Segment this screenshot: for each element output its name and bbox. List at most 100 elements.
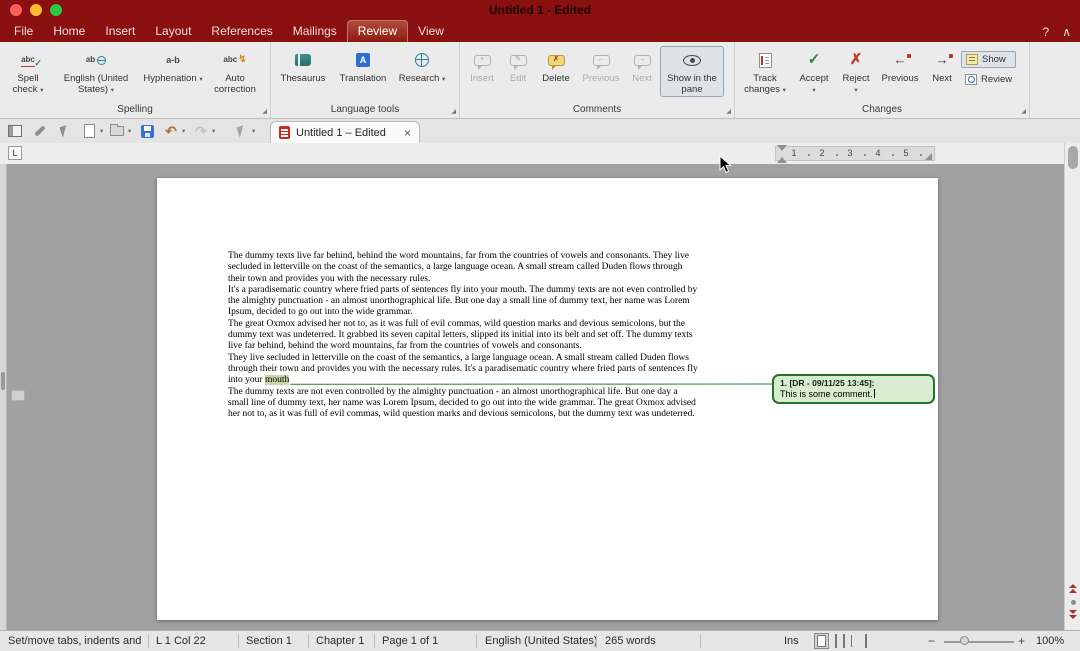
- eye-icon: [683, 55, 701, 66]
- group-label-changes: Changes: [735, 104, 1029, 118]
- reject-change-button[interactable]: ✗ Reject▾: [837, 46, 875, 98]
- track-changes-button[interactable]: Track changes ▾: [739, 46, 791, 98]
- accept-change-button[interactable]: ✓ Accept▾: [793, 46, 835, 98]
- zoom-out-button[interactable]: −: [928, 634, 935, 648]
- zoom-level[interactable]: 100%: [1036, 635, 1064, 647]
- redo-button[interactable]: ↷▾: [192, 121, 215, 141]
- comment-body[interactable]: This is some comment.: [780, 389, 927, 400]
- menu-tab-insert[interactable]: Insert: [95, 21, 145, 42]
- right-indent-marker-icon[interactable]: [925, 153, 932, 160]
- page-indicator[interactable]: Page 1 of 1: [382, 635, 438, 647]
- menu-tab-mailings[interactable]: Mailings: [283, 21, 347, 42]
- indent-marker-icon[interactable]: [777, 145, 787, 163]
- view-single-page-button[interactable]: [814, 633, 829, 649]
- word-count[interactable]: 265 words: [605, 635, 656, 647]
- undo-button[interactable]: ↶▾: [162, 121, 185, 141]
- single-page-icon: [817, 635, 826, 647]
- new-document-button[interactable]: ▾: [80, 121, 103, 141]
- sidebar-toggle-button[interactable]: [6, 121, 24, 141]
- next-comment-icon: →: [634, 55, 651, 66]
- view-multi-page-button[interactable]: [835, 635, 837, 647]
- web-view-icon: [865, 634, 867, 648]
- select-tool-button[interactable]: [55, 121, 73, 141]
- spell-check-button[interactable]: abc✓ Spell check ▾: [4, 46, 52, 98]
- menu-tab-home[interactable]: Home: [43, 21, 95, 42]
- section-indicator[interactable]: Section 1: [246, 635, 292, 647]
- group-expander-icon[interactable]: ◢: [262, 109, 267, 115]
- language-indicator[interactable]: English (United States): [485, 635, 598, 647]
- paragraph[interactable]: The great Oxmox advised her not to, as i…: [228, 319, 698, 353]
- document-tab[interactable]: Untitled 1 – Edited ×: [270, 121, 420, 143]
- review-changes-button[interactable]: Review: [961, 72, 1016, 87]
- group-label-spelling: Spelling: [0, 104, 270, 118]
- hyphenation-button[interactable]: a-b Hyphenation ▾: [140, 46, 206, 88]
- menu-tab-file[interactable]: File: [4, 21, 43, 42]
- next-comment-button[interactable]: → Next: [626, 46, 658, 87]
- show-changes-button[interactable]: Show: [961, 51, 1016, 68]
- collapse-ribbon-button[interactable]: ∧: [1062, 25, 1071, 39]
- edit-comment-button[interactable]: ✎ Edit: [502, 46, 534, 87]
- insert-comment-button[interactable]: + Insert: [464, 46, 500, 87]
- horizontal-ruler[interactable]: 1 2 3 4 5: [775, 146, 935, 161]
- dropdown-arrow-icon: ▾: [854, 87, 857, 94]
- paragraph[interactable]: The dummy texts live far behind, behind …: [228, 251, 698, 285]
- group-label-comments: Comments: [460, 104, 734, 118]
- zoom-slider[interactable]: [944, 641, 1014, 643]
- view-book-button[interactable]: [843, 635, 845, 647]
- tab-stop-selector[interactable]: L: [8, 146, 22, 160]
- language-button[interactable]: ab English (United States) ▾: [54, 46, 138, 98]
- show-comments-pane-button[interactable]: Show in the pane: [660, 46, 724, 97]
- navigation-dot-button[interactable]: [1071, 600, 1076, 605]
- thesaurus-button[interactable]: Thesaurus: [275, 46, 331, 87]
- chapter-indicator[interactable]: Chapter 1: [316, 635, 364, 647]
- multi-page-icon: [835, 634, 837, 648]
- save-button[interactable]: [138, 121, 156, 141]
- group-label-language-tools: Language tools: [271, 104, 459, 118]
- dropdown-arrow-icon: ▾: [812, 87, 815, 94]
- previous-comment-button[interactable]: ← Previous: [578, 46, 624, 87]
- previous-comment-icon: ←: [593, 55, 610, 66]
- paragraph[interactable]: The dummy texts are not even controlled …: [228, 387, 698, 421]
- zoom-slider-thumb[interactable]: [960, 636, 969, 645]
- menu-tab-layout[interactable]: Layout: [145, 21, 201, 42]
- autocorrect-button[interactable]: abc↯ Auto correction: [208, 46, 262, 97]
- hidden-sidebar-button[interactable]: [11, 390, 25, 401]
- group-expander-icon[interactable]: ◢: [726, 109, 731, 115]
- vertical-scrollbar[interactable]: [1064, 143, 1080, 630]
- sidebar-handle[interactable]: [0, 164, 7, 630]
- view-web-button[interactable]: [865, 635, 867, 647]
- pointer-icon: [59, 125, 69, 138]
- ruler-number: 1: [789, 148, 799, 158]
- close-tab-button[interactable]: ×: [404, 126, 411, 140]
- pointer-icon: [236, 125, 246, 138]
- open-document-button[interactable]: ▾: [108, 121, 131, 141]
- paragraph[interactable]: They live secluded in letterville on the…: [228, 353, 698, 387]
- translation-icon: A: [356, 53, 370, 67]
- paragraph[interactable]: It's a paradisematic country where fried…: [228, 285, 698, 319]
- selection-mode-button[interactable]: ▾: [232, 121, 255, 141]
- next-page-button[interactable]: [1068, 609, 1078, 619]
- group-expander-icon[interactable]: ◢: [1021, 109, 1026, 115]
- translation-button[interactable]: A Translation: [333, 46, 393, 87]
- menu-tab-references[interactable]: References: [201, 21, 282, 42]
- insert-mode-indicator[interactable]: Ins: [784, 635, 799, 647]
- quick-toolbar: ▾ ▾ ↶▾ ↷▾ ▾ Untitled 1 – Edited ×: [0, 119, 1080, 143]
- scrollbar-thumb[interactable]: [1068, 146, 1078, 169]
- comment-anchor[interactable]: mouth: [265, 375, 289, 385]
- group-expander-icon[interactable]: ◢: [451, 109, 456, 115]
- menu-tab-view[interactable]: View: [408, 21, 454, 42]
- comment-box[interactable]: 1. [DR - 09/11/25 13:45]: This is some c…: [772, 374, 935, 404]
- help-button[interactable]: ?: [1043, 25, 1050, 39]
- research-button[interactable]: Research ▾: [395, 46, 449, 88]
- previous-page-button[interactable]: [1068, 583, 1078, 593]
- previous-change-button[interactable]: ← Previous: [877, 46, 923, 87]
- cursor-position[interactable]: L 1 Col 22: [156, 635, 206, 647]
- zoom-in-button[interactable]: +: [1018, 634, 1025, 648]
- menu-tab-review[interactable]: Review: [347, 20, 408, 42]
- clone-formatting-button[interactable]: [31, 121, 49, 141]
- dropdown-arrow-icon: ▾: [442, 76, 445, 83]
- document-text[interactable]: The dummy texts live far behind, behind …: [228, 251, 698, 420]
- save-icon: [141, 125, 154, 138]
- delete-comment-button[interactable]: ✗ Delete: [536, 46, 576, 87]
- next-change-button[interactable]: → Next: [925, 46, 959, 87]
